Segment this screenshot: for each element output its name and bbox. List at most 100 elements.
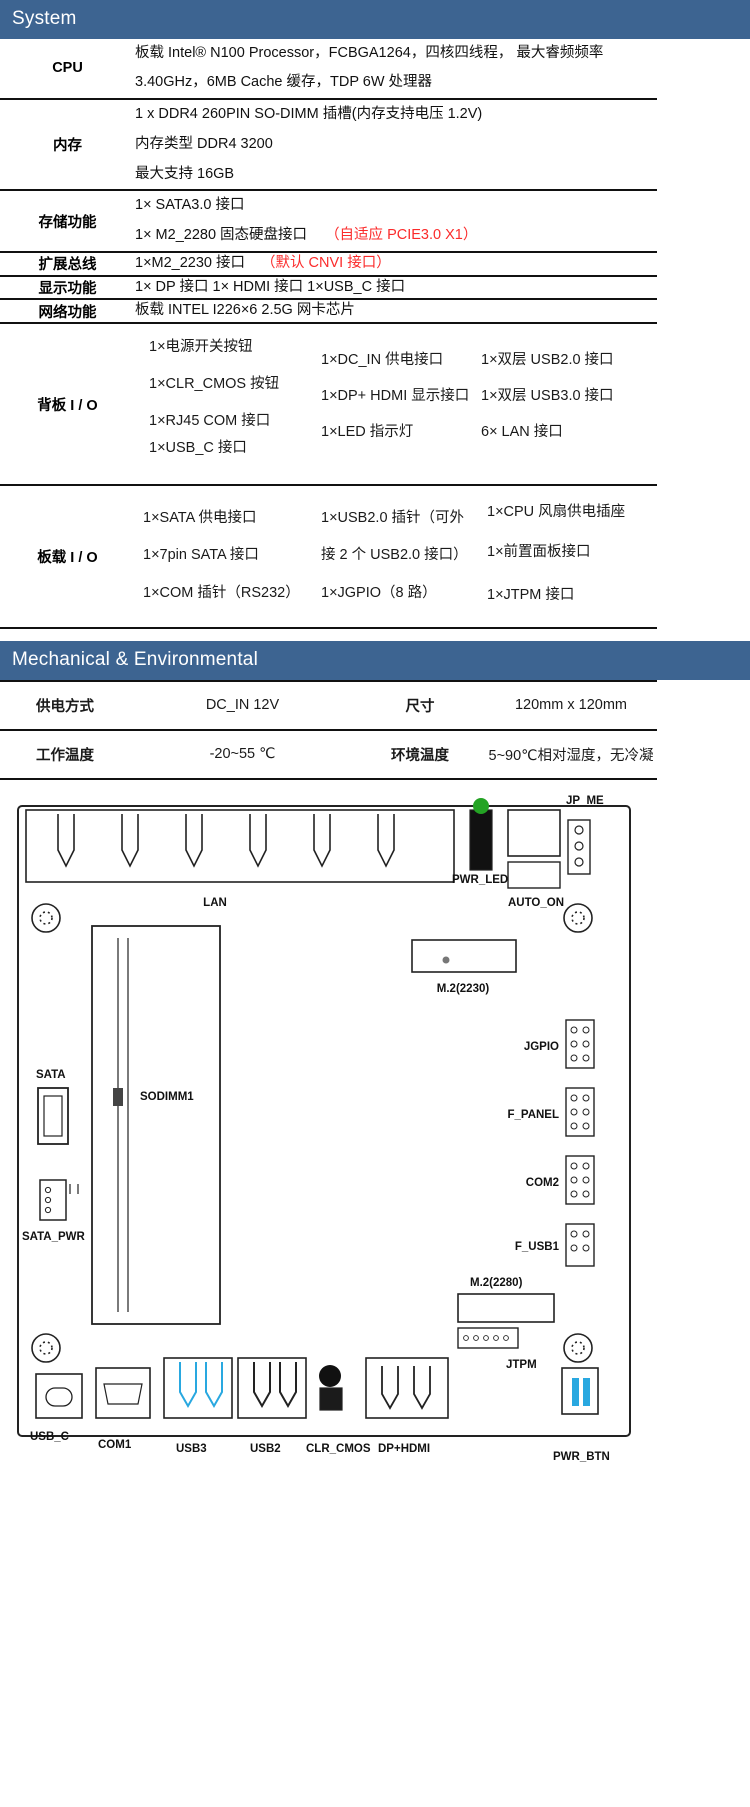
spec-value-rear-io: 1×DC_IN 供电接口 1×双层 USB2.0 接口 1×电源开关按钮 1×D… <box>135 323 657 485</box>
table-row: 内存 1 x DDR4 260PIN SO-DIMM 插槽(内存支持电压 1.2… <box>0 99 657 191</box>
section-header-system: System <box>0 0 750 39</box>
label-sata-pwr: SATA_PWR <box>22 1231 86 1243</box>
io-item: 1×JTPM 接口 <box>487 586 575 603</box>
f-usb1-header <box>565 1222 595 1267</box>
spec-value-display: 1× DP 接口 1× HDMI 接口 1×USB_C 接口 <box>135 276 657 300</box>
com2-header <box>565 1154 595 1205</box>
spec-line: 板载 Intel® N100 Processor，FCBGA1264，四核四线程… <box>135 44 604 61</box>
io-item: 1×LED 指示灯 <box>321 424 414 441</box>
table-row: 板载 I / O 1×SATA 供电接口 1×USB2.0 插针（可外 1×CP… <box>0 485 657 628</box>
table-row: 存储功能 1× SATA3.0 接口 1× M2_2280 固态硬盘接口 （自适应… <box>0 190 657 252</box>
mech-label-operating-temp: 工作温度 <box>0 729 130 780</box>
mech-value-ambient-temp: 5~90℃相对湿度，无冷凝 <box>485 729 657 780</box>
io-item: 1×DC_IN 供电接口 <box>321 352 444 369</box>
system-spec-table: CPU 板载 Intel® N100 Processor，FCBGA1264，四… <box>0 39 657 629</box>
f-panel-header <box>565 1086 595 1137</box>
spec-line: 1× M2_2280 固态硬盘接口 （自适应 PCIE3.0 X1） <box>135 221 657 251</box>
mech-label-power: 供电方式 <box>0 679 130 731</box>
label-sata: SATA <box>36 1069 66 1081</box>
label-clr-cmos: CLR_CMOS <box>306 1443 371 1455</box>
spec-line-text: 1×M2_2230 接口 <box>135 254 246 271</box>
spec-note-expansion: （默认 CNVI 接口） <box>261 254 391 271</box>
table-row: 显示功能 1× DP 接口 1× HDMI 接口 1×USB_C 接口 <box>0 276 657 300</box>
table-row: 工作温度 -20~55 ℃ 环境温度 5~90℃相对湿度，无冷凝 <box>0 729 657 780</box>
spec-line: 3.40GHz，6MB Cache 缓存，TDP 6W 处理器 <box>135 74 433 91</box>
spec-value-network: 板载 INTEL I226×6 2.5G 网卡芯片 <box>135 299 657 323</box>
board-layout-diagram: LAN PWR_LED1 JP_ME AUTO_ON SODIMM1 M.2(2… <box>0 788 750 1668</box>
mech-label-dimensions: 尺寸 <box>355 679 485 731</box>
label-usb-c: USB_C <box>30 1431 69 1443</box>
label-jgpio: JGPIO <box>524 1041 559 1053</box>
spec-label-storage: 存储功能 <box>38 214 97 231</box>
io-spacer <box>321 450 481 468</box>
io-item: 1×双层 USB2.0 接口 <box>481 352 614 369</box>
label-dp-hdmi: DP+HDMI <box>378 1443 430 1455</box>
spec-line: 1× DP 接口 1× HDMI 接口 1×USB_C 接口 <box>135 278 406 295</box>
jtpm-header <box>457 1326 519 1349</box>
io-item: 1×双层 USB3.0 接口 <box>481 388 614 405</box>
label-com2: COM2 <box>526 1177 559 1189</box>
spec-label-expansion: 扩展总线 <box>38 257 97 274</box>
io-item: 1×前置面板接口 <box>487 543 591 560</box>
mech-value-power: DC_IN 12V <box>130 679 355 731</box>
io-item: 1×USB2.0 插针（可外 <box>321 510 465 527</box>
label-m2-2230: M.2(2230) <box>437 983 490 995</box>
spec-line: 1× SATA3.0 接口 <box>135 197 245 214</box>
mech-label-ambient-temp: 环境温度 <box>355 729 485 780</box>
section-header-mechanical: Mechanical & Environmental <box>0 640 750 680</box>
spec-line: 1 x DDR4 260PIN SO-DIMM 插槽(内存支持电压 1.2V) <box>135 106 483 123</box>
label-sodimm1: SODIMM1 <box>140 1091 194 1103</box>
io-item: 接 2 个 USB2.0 接口） <box>321 546 468 563</box>
table-row: 扩展总线 1×M2_2230 接口 （默认 CNVI 接口） <box>0 252 657 276</box>
label-pwr-btn: PWR_BTN <box>553 1451 610 1463</box>
label-f-usb1: F_USB1 <box>515 1241 560 1253</box>
label-auto-on: AUTO_ON <box>508 897 564 909</box>
io-item: 6× LAN 接口 <box>481 424 563 441</box>
spec-line: 板载 INTEL I226×6 2.5G 网卡芯片 <box>135 302 355 319</box>
label-jtpm: JTPM <box>506 1359 537 1371</box>
spec-note-storage: （自适应 PCIE3.0 X1） <box>325 227 478 244</box>
mech-value-dimensions: 120mm x 120mm <box>485 679 657 731</box>
io-item: 1×CLR_CMOS 按钮 <box>149 376 280 393</box>
mechanical-spec-table: 供电方式 DC_IN 12V 尺寸 120mm x 120mm 工作温度 -20… <box>0 679 657 780</box>
io-item: 1×COM 插针（RS232） <box>143 584 300 601</box>
spec-value-memory: 1 x DDR4 260PIN SO-DIMM 插槽(内存支持电压 1.2V) … <box>135 99 657 190</box>
io-item: 1×电源开关按钮 <box>149 339 253 356</box>
sodimm1-slot <box>91 924 221 1325</box>
spec-label-rear-io: 背板 I / O <box>37 397 98 414</box>
io-item: 1×CPU 风扇供电插座 <box>487 504 626 521</box>
label-m2-2280: M.2(2280) <box>470 1277 523 1289</box>
label-com1: COM1 <box>98 1439 132 1451</box>
io-item: 1×JGPIO（8 路） <box>321 584 437 601</box>
table-row: CPU 板载 Intel® N100 Processor，FCBGA1264，四… <box>0 39 657 100</box>
io-item: 1×SATA 供电接口 <box>143 510 257 527</box>
spec-line: 最大支持 16GB <box>135 165 235 182</box>
m2-2280-slot <box>457 1292 555 1323</box>
spec-label-onboard-io: 板载 I / O <box>37 550 98 567</box>
label-usb2: USB2 <box>250 1443 281 1455</box>
spec-value-expansion: 1×M2_2230 接口 （默认 CNVI 接口） <box>135 252 657 276</box>
table-row: 供电方式 DC_IN 12V 尺寸 120mm x 120mm <box>0 679 657 731</box>
io-item: 1×USB_C 接口 <box>149 440 247 457</box>
label-pwr-led1: PWR_LED1 <box>452 874 515 886</box>
io-item: 1×DP+ HDMI 显示接口 <box>321 388 470 405</box>
label-jp-me: JP_ME <box>566 795 604 807</box>
spec-label-network: 网络功能 <box>38 304 97 321</box>
spec-value-onboard-io: 1×SATA 供电接口 1×USB2.0 插针（可外 1×CPU 风扇供电插座 … <box>135 485 657 627</box>
mech-value-operating-temp: -20~55 ℃ <box>130 729 355 780</box>
m2-2230-slot <box>411 938 517 973</box>
spec-line: 1×M2_2230 接口 （默认 CNVI 接口） <box>135 253 657 275</box>
spec-label-display: 显示功能 <box>38 280 97 297</box>
spec-label-memory: 内存 <box>53 138 82 155</box>
sata-connector <box>37 1086 69 1145</box>
label-lan: LAN <box>203 897 227 909</box>
spec-value-storage: 1× SATA3.0 接口 1× M2_2280 固态硬盘接口 （自适应 PCIE… <box>135 190 657 251</box>
io-item: 1×7pin SATA 接口 <box>143 546 259 563</box>
jgpio-header <box>565 1018 595 1069</box>
spec-line-text: 1× M2_2280 固态硬盘接口 <box>135 227 308 244</box>
lan-port-bank <box>25 808 455 883</box>
auto-on-header <box>507 860 561 889</box>
io-spacer <box>481 450 657 468</box>
label-usb3: USB3 <box>176 1443 207 1455</box>
spec-label-cpu: CPU <box>52 60 83 77</box>
